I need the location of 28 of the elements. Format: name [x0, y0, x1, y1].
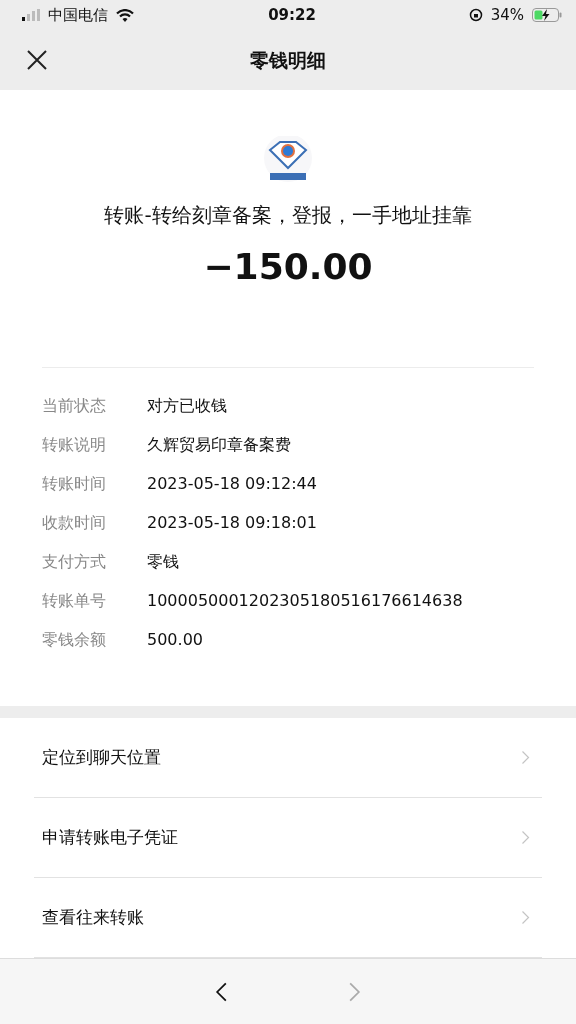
- detail-value: 对方已收钱: [147, 394, 227, 417]
- chevron-right-icon: [521, 910, 530, 925]
- transfer-description: 转账-转给刻章备案，登报，一手地址挂靠: [104, 202, 472, 229]
- detail-label: 当前状态: [42, 394, 107, 417]
- clock-time: 09:22: [268, 4, 316, 26]
- battery-percent: 34%: [490, 4, 524, 26]
- detail-label: 转账单号: [42, 589, 107, 612]
- detail-label: 转账时间: [42, 472, 107, 495]
- detail-value: 零钱: [147, 550, 179, 573]
- signal-icon: [22, 9, 40, 21]
- close-icon[interactable]: [26, 49, 48, 71]
- rotation-lock-icon: [468, 8, 483, 22]
- transfer-amount: −150.00: [203, 245, 373, 289]
- page-title: 零钱明细: [250, 47, 326, 73]
- battery-charging-icon: [532, 8, 562, 22]
- detail-value: 500.00: [147, 628, 203, 651]
- detail-value: 久辉贸易印章备案费: [147, 433, 291, 456]
- wifi-icon: [116, 8, 134, 22]
- detail-label: 转账说明: [42, 433, 107, 456]
- carrier-name: 中国电信: [48, 4, 108, 26]
- detail-value: 1000050001202305180516176614638: [147, 589, 463, 612]
- detail-label: 支付方式: [42, 550, 107, 573]
- detail-label: 收款时间: [42, 511, 107, 534]
- chevron-right-icon: [521, 830, 530, 845]
- detail-label: 零钱余额: [42, 628, 107, 651]
- detail-value: 2023-05-18 09:18:01: [147, 511, 317, 534]
- detail-value: 2023-05-18 09:12:44: [147, 472, 317, 495]
- chevron-right-icon: [521, 750, 530, 765]
